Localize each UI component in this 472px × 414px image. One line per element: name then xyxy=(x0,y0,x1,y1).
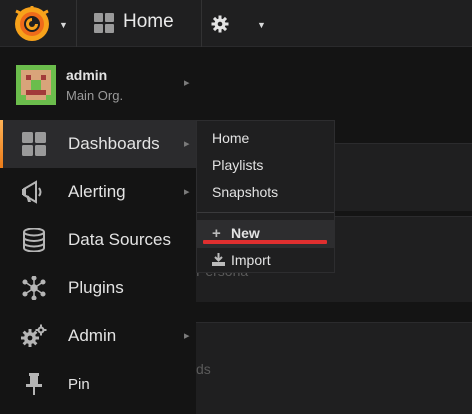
plugins-icon xyxy=(22,276,46,300)
sidemenu-item-admin[interactable]: Admin ▸ xyxy=(0,312,196,360)
sidemenu-item-label: Alerting xyxy=(68,182,126,201)
submenu-item-import[interactable]: Import xyxy=(231,252,271,268)
chevron-right-icon: ▸ xyxy=(184,186,190,198)
settings-gear-icon[interactable] xyxy=(210,14,230,34)
chevron-down-icon: ▼ xyxy=(257,20,266,30)
pin-icon xyxy=(26,373,42,395)
sidemenu-item-dashboards[interactable]: Dashboards ▸ xyxy=(0,120,196,168)
sidemenu-item-label: Data Sources xyxy=(68,230,171,249)
panel-partial-text: ds xyxy=(196,361,211,377)
import-icon xyxy=(212,253,225,266)
dashboard-panel xyxy=(196,322,472,414)
sidemenu-item-alerting[interactable]: Alerting ▸ xyxy=(0,168,196,216)
dashboard-title: Home xyxy=(123,11,174,32)
dashboards-grid-icon xyxy=(94,13,114,33)
sidemenu-item-label: Admin xyxy=(68,326,117,345)
profile-org: Main Org. xyxy=(66,88,124,103)
sidemenu-item-label: Plugins xyxy=(68,278,124,297)
dashboard-picker-button[interactable]: Home ▼ xyxy=(78,0,266,47)
cogs-icon xyxy=(21,324,47,347)
profile-name: admin xyxy=(66,67,108,83)
grafana-logo-icon xyxy=(15,6,49,41)
sidemenu-item-label: Dashboards xyxy=(68,134,160,153)
megaphone-icon xyxy=(22,180,42,204)
chevron-down-icon: ▼ xyxy=(59,20,68,30)
dashboards-submenu: Home Playlists Snapshots + New Import xyxy=(196,120,335,273)
chevron-right-icon: ▸ xyxy=(184,138,190,150)
grafana-menu-button[interactable]: ▼ xyxy=(0,0,77,47)
submenu-item-home[interactable]: Home xyxy=(212,130,249,146)
sidemenu-item-data-sources[interactable]: Data Sources xyxy=(0,216,196,264)
submenu-item-snapshots[interactable]: Snapshots xyxy=(212,184,278,200)
submenu-divider xyxy=(197,212,334,213)
chevron-right-icon: ▸ xyxy=(184,77,190,89)
top-navbar: ▼ Home ▼ xyxy=(0,0,472,47)
database-icon xyxy=(23,228,45,252)
sidemenu-item-pin[interactable]: Pin xyxy=(0,360,196,408)
chevron-right-icon: ▸ xyxy=(184,330,190,342)
submenu-item-playlists[interactable]: Playlists xyxy=(212,157,263,173)
sidemenu-item-label: Pin xyxy=(68,376,90,393)
sidemenu-item-plugins[interactable]: Plugins xyxy=(0,264,196,312)
dashboards-grid-icon xyxy=(22,132,46,156)
avatar xyxy=(16,65,56,105)
submenu-item-new-label: New xyxy=(231,225,260,241)
highlight-underline xyxy=(203,240,327,244)
